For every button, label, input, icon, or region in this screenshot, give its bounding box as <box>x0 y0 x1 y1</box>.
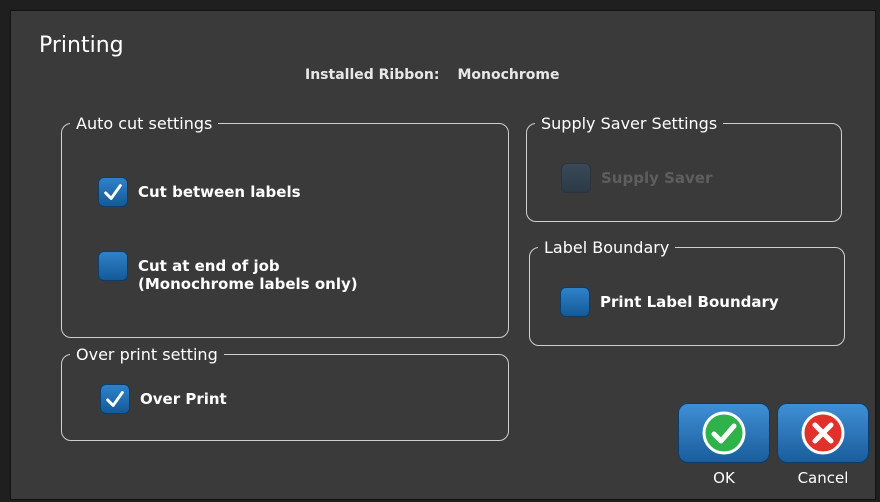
checkbox-box[interactable] <box>98 177 128 207</box>
print-label-boundary-label: Print Label Boundary <box>600 293 779 311</box>
supply-saver-group: Supply Saver Settings Supply Saver <box>526 114 842 222</box>
ok-button-label: OK <box>713 469 735 487</box>
printing-dialog: Printing Installed Ribbon: Monochrome Aut… <box>10 10 876 500</box>
auto-cut-legend: Auto cut settings <box>76 114 213 133</box>
check-icon <box>104 184 122 200</box>
installed-ribbon-label: Installed Ribbon: <box>305 67 440 83</box>
over-print-checkbox[interactable]: Over Print <box>100 384 227 414</box>
cut-end-of-job-checkbox[interactable]: Cut at end of job (Monochrome labels onl… <box>98 251 358 293</box>
ok-button[interactable] <box>678 403 770 463</box>
installed-ribbon-info: Installed Ribbon: Monochrome <box>305 67 559 83</box>
over-print-legend: Over print setting <box>76 345 218 364</box>
label-boundary-group: Label Boundary Print Label Boundary <box>529 238 845 346</box>
checkbox-box[interactable] <box>100 384 130 414</box>
cut-end-of-job-label: Cut at end of job (Monochrome labels onl… <box>138 257 358 293</box>
label-boundary-legend: Label Boundary <box>544 238 670 257</box>
cancel-button[interactable] <box>777 403 869 463</box>
auto-cut-group: Auto cut settings Cut between labels Cut… <box>61 114 509 338</box>
checkbox-box[interactable] <box>561 163 591 193</box>
checkbox-box[interactable] <box>560 287 590 317</box>
over-print-label: Over Print <box>140 390 227 408</box>
ok-check-icon <box>702 411 746 455</box>
supply-saver-checkbox[interactable]: Supply Saver <box>561 163 712 193</box>
print-label-boundary-checkbox[interactable]: Print Label Boundary <box>560 287 779 317</box>
over-print-group: Over print setting Over Print <box>61 345 509 441</box>
checkbox-box[interactable] <box>98 251 128 281</box>
supply-saver-label: Supply Saver <box>601 169 713 187</box>
dialog-title: Printing <box>39 33 124 58</box>
cancel-button-label: Cancel <box>797 469 849 487</box>
cut-between-labels-checkbox[interactable]: Cut between labels <box>98 177 301 207</box>
cut-between-labels-label: Cut between labels <box>138 183 301 201</box>
cancel-x-icon <box>801 411 845 455</box>
installed-ribbon-value: Monochrome <box>457 67 560 83</box>
check-icon <box>106 391 124 407</box>
supply-saver-legend: Supply Saver Settings <box>541 114 718 133</box>
